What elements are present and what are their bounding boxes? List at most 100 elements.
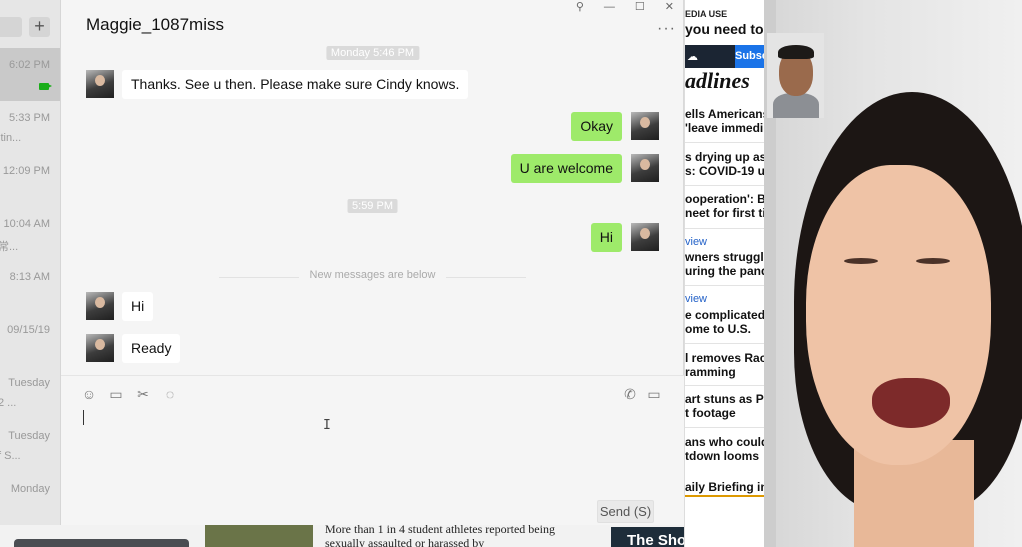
news-item[interactable]: ells Americans: [685, 107, 764, 121]
picture-in-picture-video: [767, 33, 824, 118]
contact-item[interactable]: 5:33 PM itin...: [0, 101, 60, 154]
video-call-icon[interactable]: ▭: [645, 386, 663, 402]
person-shirt: [773, 93, 819, 118]
divider: [685, 285, 764, 286]
chat-bubble-icon[interactable]: ◌: [162, 386, 178, 402]
avatar[interactable]: [631, 154, 659, 182]
contact-item[interactable]: Tuesday f S...: [0, 419, 60, 472]
news-tag[interactable]: view: [685, 293, 707, 305]
avatar[interactable]: [631, 112, 659, 140]
news-item[interactable]: l removes Racl: [685, 351, 764, 365]
contact-list: + 6:02 PM 5:33 PM itin... 12:09 PM 10:04…: [0, 0, 61, 525]
minimize-icon[interactable]: —: [604, 0, 615, 14]
message-bubble[interactable]: Thanks. See u then. Please make sure Cin…: [122, 70, 469, 99]
chat-header: Maggie_1087miss ⚲ — ☐ ✕ ···: [61, 0, 684, 46]
chat-window: Maggie_1087miss ⚲ — ☐ ✕ ··· Monday 5:46 …: [61, 0, 684, 525]
news-item[interactable]: uring the pand: [685, 264, 764, 278]
news-item[interactable]: art stuns as Pr: [685, 392, 764, 406]
person-hair: [778, 45, 814, 59]
news-item[interactable]: e complicated i: [685, 308, 764, 322]
media-label: EDIA USE: [685, 9, 728, 19]
divider: [685, 385, 764, 386]
divider: [685, 142, 764, 143]
contact-time: Tuesday: [8, 430, 50, 442]
message-bubble[interactable]: U are welcome: [510, 154, 622, 183]
search-input[interactable]: [0, 17, 22, 37]
news-heading[interactable]: you need to: [685, 21, 764, 37]
pin-icon[interactable]: ⚲: [576, 0, 584, 14]
scissors-icon[interactable]: ✂: [135, 386, 151, 402]
avatar[interactable]: [86, 334, 114, 362]
contact-item[interactable]: 09/15/19: [0, 313, 60, 366]
contact-time: Tuesday: [8, 377, 50, 389]
contact-snippet: 常...: [0, 241, 19, 253]
message-list[interactable]: Monday 5:46 PM Thanks. See u then. Pleas…: [61, 46, 684, 375]
news-item[interactable]: ramming: [685, 365, 736, 379]
message-bubble[interactable]: Ready: [122, 334, 181, 363]
weather-icon: ☁: [687, 51, 698, 63]
news-item[interactable]: tdown looms: [685, 449, 759, 463]
subscribe-button[interactable]: Subsc: [735, 45, 764, 68]
emoji-icon[interactable]: ☺: [81, 386, 97, 402]
message-timestamp: Monday 5:46 PM: [325, 46, 420, 60]
contact-item[interactable]: Monday: [0, 472, 60, 525]
message-row: U are welcome: [61, 154, 684, 184]
contact-snippet: f S...: [0, 450, 21, 462]
contact-time: 09/15/19: [7, 324, 50, 336]
window-controls: ⚲ — ☐ ✕: [576, 0, 674, 14]
add-contact-button[interactable]: +: [29, 17, 50, 37]
news-thumbnail[interactable]: [14, 539, 189, 547]
news-item[interactable]: neet for first ti: [685, 206, 764, 220]
news-item[interactable]: s drying up as: [685, 150, 764, 164]
new-messages-label: New messages are below: [309, 269, 436, 281]
contact-item[interactable]: 10:04 AM 常...: [0, 207, 60, 260]
divider-line: [219, 277, 299, 278]
contact-item[interactable]: 12:09 PM: [0, 154, 60, 207]
news-tag[interactable]: view: [685, 236, 707, 248]
divider: [685, 228, 764, 229]
avatar[interactable]: [631, 223, 659, 251]
news-item[interactable]: ome to U.S.: [685, 322, 751, 336]
person-eye: [844, 258, 878, 264]
contact-time: 8:13 AM: [9, 271, 50, 283]
close-icon[interactable]: ✕: [665, 0, 674, 14]
person-mouth: [872, 378, 950, 428]
contact-time: Monday: [10, 483, 50, 495]
send-button[interactable]: Send (S): [597, 500, 654, 523]
news-headline[interactable]: More than 1 in 4 student athletes report…: [325, 522, 585, 547]
contact-item[interactable]: 8:13 AM: [0, 260, 60, 313]
contact-time: 10:04 AM: [3, 218, 50, 230]
message-composer: ☺ ▭ ✂ ◌ ✆ ▭ I Send (S): [61, 375, 684, 525]
news-item[interactable]: wners struggle: [685, 250, 764, 264]
news-item[interactable]: ooperation': B: [685, 192, 764, 206]
news-sidebar: EDIA USE you need to ☁ Subsc adlines ell…: [684, 0, 764, 547]
phone-icon[interactable]: ✆: [622, 386, 638, 402]
divider: [685, 185, 764, 186]
message-bubble[interactable]: Hi: [590, 223, 622, 252]
message-input[interactable]: [81, 406, 661, 491]
contact-snippet: itin...: [0, 132, 22, 144]
message-row: Ready: [61, 334, 684, 364]
avatar[interactable]: [86, 70, 114, 98]
news-item[interactable]: s: COVID-19 u: [685, 164, 764, 178]
contact-item[interactable]: Tuesday 2 ...: [0, 366, 60, 419]
contact-snippet: 2 ...: [0, 397, 17, 409]
avatar[interactable]: [86, 292, 114, 320]
more-options-icon[interactable]: ···: [657, 20, 676, 38]
maximize-icon[interactable]: ☐: [635, 0, 645, 14]
message-row: Thanks. See u then. Please make sure Cin…: [61, 70, 684, 100]
headlines-title: adlines: [685, 68, 750, 93]
chat-title: Maggie_1087miss: [86, 15, 224, 34]
screen: More than 1 in 4 student athletes report…: [0, 0, 1022, 547]
daily-briefing-link[interactable]: aily Briefing in: [685, 480, 764, 497]
news-item[interactable]: 'leave immedi: [685, 121, 763, 135]
message-bubble[interactable]: Okay: [571, 112, 622, 141]
news-thumbnail[interactable]: [205, 525, 313, 547]
news-item[interactable]: t footage: [685, 406, 736, 420]
message-timestamp: 5:59 PM: [347, 199, 398, 213]
message-bubble[interactable]: Hi: [122, 292, 154, 321]
folder-icon[interactable]: ▭: [108, 386, 124, 402]
news-item[interactable]: ans who could: [685, 435, 764, 449]
contact-item[interactable]: 6:02 PM: [0, 48, 60, 101]
message-row: Okay: [61, 112, 684, 142]
